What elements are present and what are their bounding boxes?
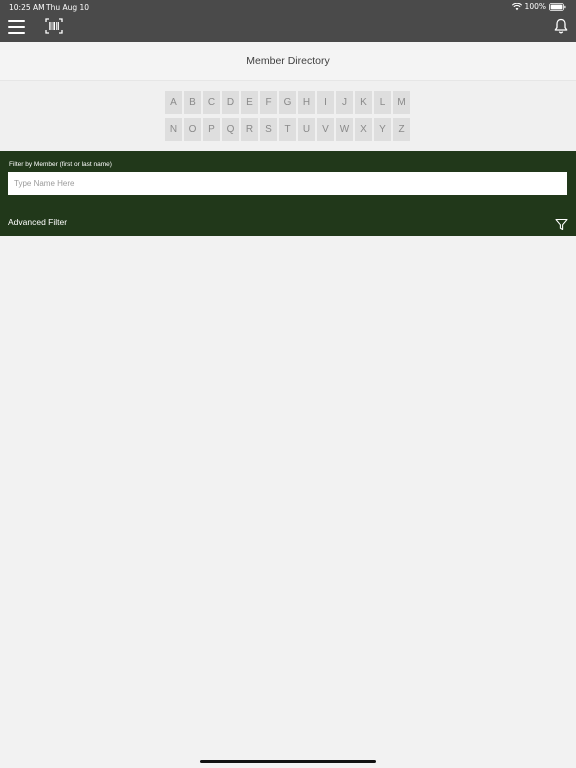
letter-key-s[interactable]: S: [260, 118, 277, 141]
status-bar: 10:25 AM Thu Aug 10 100%: [0, 0, 576, 14]
letter-key-u[interactable]: U: [298, 118, 315, 141]
letter-key-n[interactable]: N: [165, 118, 182, 141]
status-right: 100%: [511, 2, 566, 11]
letter-key-f[interactable]: F: [260, 91, 277, 114]
letter-key-j[interactable]: J: [336, 91, 353, 114]
page-title: Member Directory: [246, 55, 330, 67]
alphabet-index: A B C D E F G H I J K L M N O P Q R S T …: [0, 81, 576, 151]
member-name-input[interactable]: [8, 172, 567, 195]
top-bar: 10:25 AM Thu Aug 10 100%: [0, 0, 576, 42]
battery-level: 100%: [524, 2, 546, 11]
letter-key-m[interactable]: M: [393, 91, 410, 114]
bell-icon[interactable]: [554, 18, 568, 34]
status-date: Thu Aug 10: [46, 3, 90, 12]
letter-key-q[interactable]: Q: [222, 118, 239, 141]
status-time: 10:25 AM: [9, 3, 45, 12]
menu-icon[interactable]: [8, 20, 25, 34]
letter-key-d[interactable]: D: [222, 91, 239, 114]
wifi-icon: [511, 2, 522, 11]
letter-key-x[interactable]: X: [355, 118, 372, 141]
letter-key-l[interactable]: L: [374, 91, 391, 114]
letter-key-g[interactable]: G: [279, 91, 296, 114]
alphabet-row-1: A B C D E F G H I J K L M: [165, 91, 410, 114]
letter-key-w[interactable]: W: [336, 118, 353, 141]
letter-key-h[interactable]: H: [298, 91, 315, 114]
letter-key-r[interactable]: R: [241, 118, 258, 141]
letter-key-y[interactable]: Y: [374, 118, 391, 141]
letter-key-a[interactable]: A: [165, 91, 182, 114]
home-indicator: [200, 760, 376, 763]
letter-key-e[interactable]: E: [241, 91, 258, 114]
letter-key-b[interactable]: B: [184, 91, 201, 114]
letter-key-o[interactable]: O: [184, 118, 201, 141]
letter-key-z[interactable]: Z: [393, 118, 410, 141]
advanced-filter-button[interactable]: Advanced Filter: [8, 217, 67, 227]
letter-key-t[interactable]: T: [279, 118, 296, 141]
title-area: Member Directory: [0, 42, 576, 81]
alphabet-row-2: N O P Q R S T U V W X Y Z: [165, 118, 410, 141]
letter-key-v[interactable]: V: [317, 118, 334, 141]
battery-icon: [549, 2, 566, 11]
letter-key-c[interactable]: C: [203, 91, 220, 114]
letter-key-i[interactable]: I: [317, 91, 334, 114]
results-list: [0, 236, 576, 768]
letter-key-p[interactable]: P: [203, 118, 220, 141]
filter-panel: Filter by Member (first or last name) Ad…: [0, 151, 576, 236]
filter-label: Filter by Member (first or last name): [9, 161, 112, 168]
barcode-icon[interactable]: [45, 18, 63, 34]
nav-bar: [0, 14, 576, 42]
filter-icon[interactable]: [555, 216, 568, 231]
letter-key-k[interactable]: K: [355, 91, 372, 114]
